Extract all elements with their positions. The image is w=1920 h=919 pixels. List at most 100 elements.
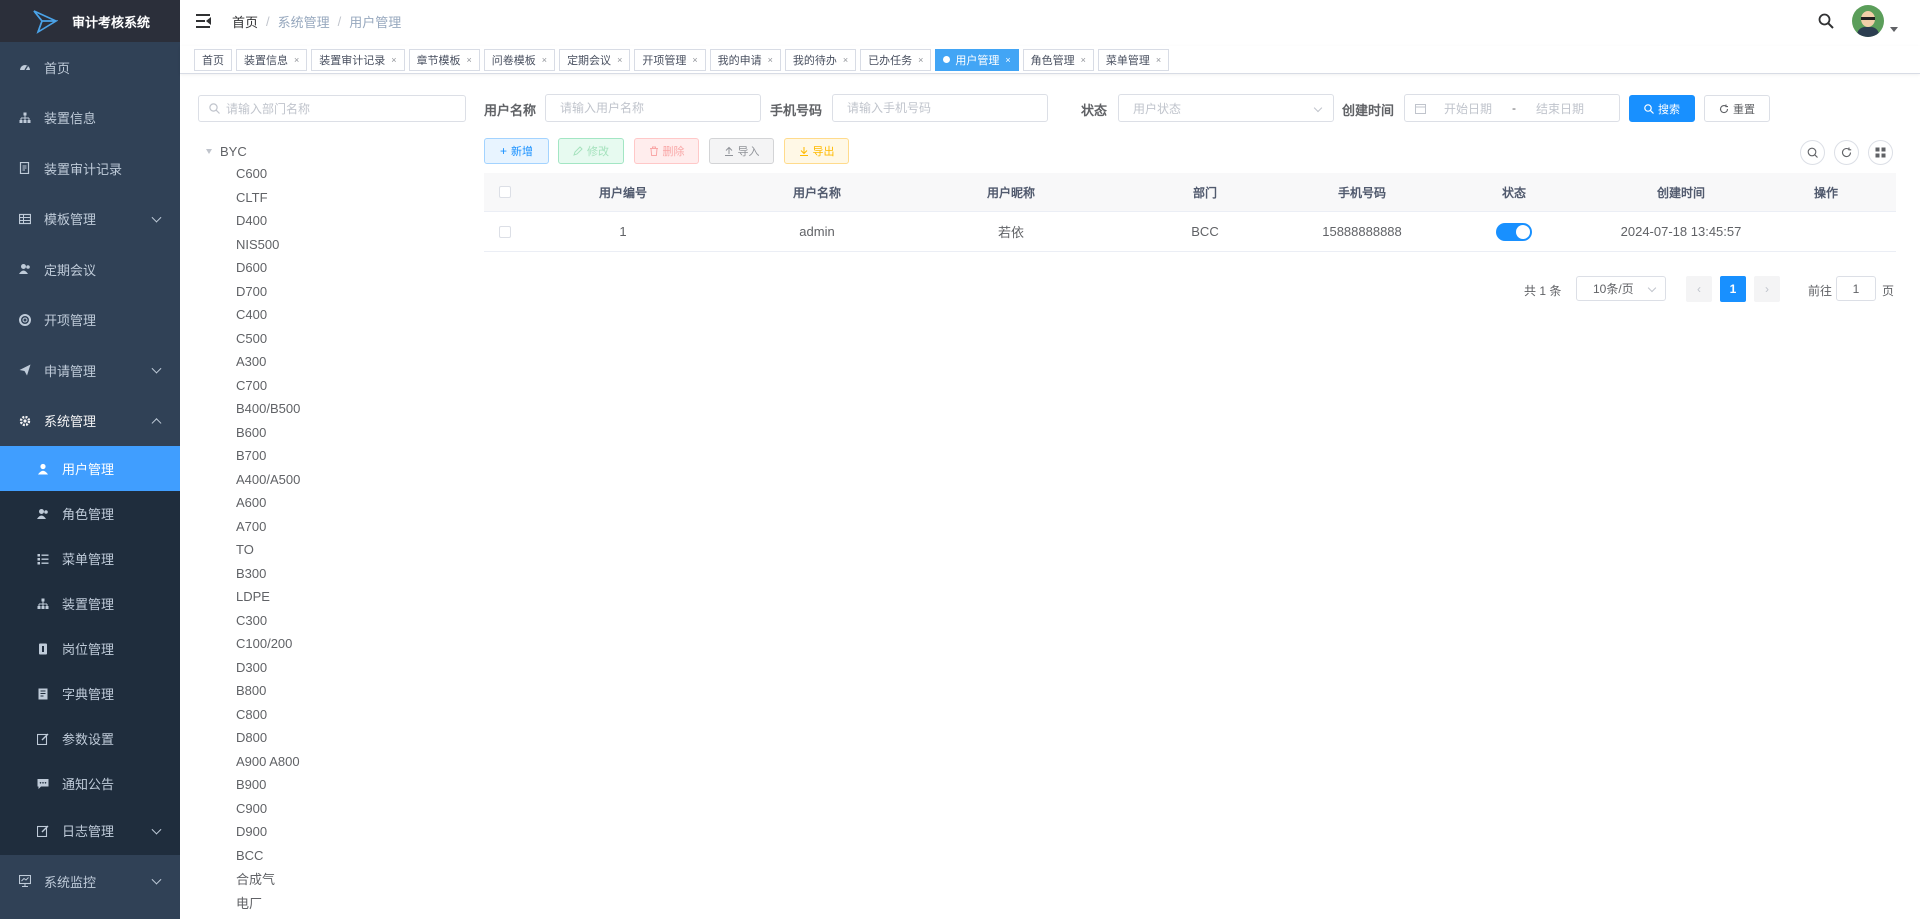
delete-button[interactable]: 删除 (634, 138, 699, 164)
hamburger-icon[interactable] (196, 14, 212, 28)
tag-role-management[interactable]: 角色管理 × (1022, 48, 1094, 71)
tag-user-management[interactable]: 用户管理 × (935, 48, 1019, 71)
tree-node[interactable]: A300 (204, 350, 464, 374)
end-date-placeholder[interactable]: 结束日期 (1536, 100, 1584, 117)
close-icon[interactable]: × (467, 55, 472, 65)
close-icon[interactable]: × (768, 55, 773, 65)
sidebar-item-monitor[interactable]: 系统监控 (0, 855, 180, 907)
tree-node[interactable]: D700 (204, 280, 464, 304)
date-range-picker[interactable]: 开始日期 - 结束日期 (1404, 94, 1620, 122)
sidebar-item-role-management[interactable]: 角色管理 (0, 491, 180, 536)
dept-search-input[interactable] (226, 101, 446, 116)
column-header[interactable]: 手机号码 (1302, 184, 1422, 201)
sidebar-item-notice[interactable]: 通知公告 (0, 761, 180, 806)
add-button[interactable]: + 新增 (484, 138, 549, 164)
tree-node[interactable]: A900 A800 (204, 750, 464, 774)
sidebar-item-device-info[interactable]: 装置信息 (0, 93, 180, 144)
search-icon[interactable] (1818, 13, 1834, 29)
tree-node[interactable]: C600 (204, 162, 464, 186)
tag-my-todo[interactable]: 我的待办 × (784, 48, 857, 71)
sidebar-item-home[interactable]: 首页 (0, 42, 180, 93)
tag-questionnaire-template[interactable]: 问卷模板 × (483, 48, 556, 71)
close-icon[interactable]: × (692, 55, 697, 65)
goto-page-input[interactable]: 1 (1836, 276, 1876, 301)
table-row[interactable]: 1 admin 若依 BCC 15888888888 2024-07-18 13… (484, 212, 1896, 252)
tag-my-applications[interactable]: 我的申请 × (709, 48, 781, 71)
tree-node[interactable]: 合成气 (204, 867, 464, 891)
column-header[interactable]: 操作 (1756, 184, 1896, 201)
prev-page-button[interactable]: ‹ (1686, 276, 1712, 302)
export-button[interactable]: 导出 (784, 138, 849, 164)
status-select[interactable]: 用户状态 (1118, 94, 1334, 122)
tag-meeting[interactable]: 定期会议 × (559, 48, 631, 71)
tree-node[interactable]: CLTF (204, 186, 464, 210)
tag-menu-management[interactable]: 菜单管理 × (1097, 48, 1170, 71)
tree-node[interactable]: B900 (204, 773, 464, 797)
column-header[interactable]: 状态 (1422, 184, 1606, 201)
close-icon[interactable]: × (391, 55, 396, 65)
caret-down-icon[interactable] (206, 149, 212, 154)
tree-node[interactable]: NIS500 (204, 233, 464, 257)
tree-node[interactable]: B700 (204, 444, 464, 468)
sidebar-item-config[interactable]: 参数设置 (0, 716, 180, 761)
sidebar-item-menu-management[interactable]: 菜单管理 (0, 536, 180, 581)
tree-node[interactable]: B800 (204, 679, 464, 703)
tree-node[interactable]: D300 (204, 656, 464, 680)
close-icon[interactable]: × (843, 55, 848, 65)
sidebar-item-post-management[interactable]: 岗位管理 (0, 626, 180, 671)
row-checkbox[interactable] (499, 225, 511, 238)
column-header[interactable]: 用户编号 (526, 184, 720, 201)
close-icon[interactable]: × (617, 55, 622, 65)
sidebar-item-device-management[interactable]: 装置管理 (0, 581, 180, 626)
username-field[interactable] (545, 94, 761, 122)
breadcrumb-home[interactable]: 首页 (232, 12, 258, 31)
tree-node[interactable]: LDPE (204, 585, 464, 609)
toggle-search-button[interactable] (1800, 140, 1825, 165)
column-header[interactable]: 部门 (1108, 184, 1302, 201)
reset-button[interactable]: 重置 (1704, 95, 1770, 122)
tree-node[interactable]: C400 (204, 303, 464, 327)
tag-done-tasks[interactable]: 已办任务 × (860, 48, 932, 71)
tree-node[interactable]: A600 (204, 491, 464, 515)
tree-node[interactable]: D400 (204, 209, 464, 233)
sidebar-item-meeting[interactable]: 定期会议 (0, 244, 180, 295)
sidebar-item-system[interactable]: 系统管理 (0, 396, 180, 447)
tree-node[interactable]: B300 (204, 562, 464, 586)
tree-node[interactable]: B600 (204, 421, 464, 445)
tree-node[interactable]: C800 (204, 703, 464, 727)
sidebar-item-open-items[interactable]: 开项管理 (0, 295, 180, 346)
close-icon[interactable]: × (1081, 55, 1086, 65)
tag-chapter-template[interactable]: 章节模板 × (408, 48, 480, 71)
start-date-placeholder[interactable]: 开始日期 (1444, 100, 1492, 117)
status-switch[interactable] (1496, 222, 1532, 241)
tree-node[interactable]: C300 (204, 609, 464, 633)
tree-node[interactable]: C900 (204, 797, 464, 821)
avatar[interactable] (1852, 5, 1884, 37)
tree-node[interactable]: 电厂 (204, 891, 464, 915)
caret-down-icon[interactable] (1890, 26, 1898, 32)
close-icon[interactable]: × (918, 55, 923, 65)
sidebar-item-template[interactable]: 模板管理 (0, 194, 180, 245)
close-icon[interactable]: × (1005, 55, 1010, 65)
sidebar-item-application[interactable]: 申请管理 (0, 345, 180, 396)
sidebar-item-dict-management[interactable]: 字典管理 (0, 671, 180, 716)
page-number[interactable]: 1 (1720, 276, 1746, 302)
tree-node-root[interactable]: BYC (204, 141, 464, 162)
close-icon[interactable]: × (542, 55, 547, 65)
tag-device-info[interactable]: 装置信息 × (236, 48, 308, 71)
phone-field[interactable] (832, 94, 1048, 122)
close-icon[interactable]: × (1156, 55, 1161, 65)
username-input[interactable] (560, 101, 760, 115)
edit-button[interactable]: 修改 (558, 138, 624, 164)
breadcrumb-system[interactable]: 系统管理 (278, 12, 330, 31)
sidebar-item-user-management[interactable]: 用户管理 (0, 446, 180, 491)
tag-device-audit[interactable]: 装置审计记录 × (311, 48, 405, 71)
tree-node[interactable]: D900 (204, 820, 464, 844)
column-header[interactable]: 创建时间 (1606, 184, 1756, 201)
import-button[interactable]: 导入 (709, 138, 774, 164)
next-page-button[interactable]: › (1754, 276, 1780, 302)
page-size-select[interactable]: 10条/页 (1576, 276, 1666, 301)
tag-open-items[interactable]: 开项管理 × (634, 48, 706, 71)
tree-node[interactable]: C100/200 (204, 632, 464, 656)
tree-node[interactable]: BCC (204, 844, 464, 868)
